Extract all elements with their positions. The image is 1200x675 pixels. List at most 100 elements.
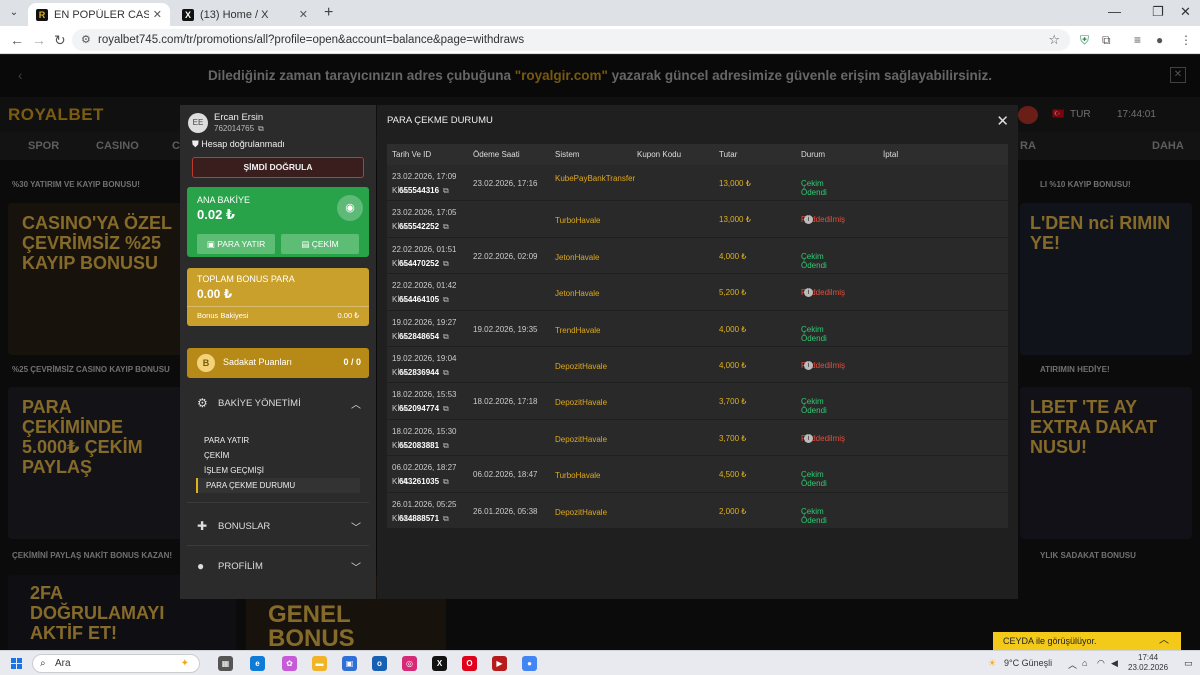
- clock-date: 23.02.2026: [1128, 663, 1169, 672]
- notification-icon[interactable]: ▭: [1184, 658, 1193, 669]
- tab-royalbet[interactable]: R EN POPÜLER CASINO VE CANLI ✕: [28, 3, 170, 26]
- row-paid-at: 26.01.2026, 05:38: [473, 506, 538, 516]
- tab-search-icon[interactable]: ⌄: [6, 5, 22, 21]
- row-id-prefix: KİM...: [392, 331, 413, 341]
- file-explorer-icon[interactable]: ▬: [312, 656, 327, 671]
- maximize-icon[interactable]: ❐: [1152, 4, 1164, 20]
- browser-toolbar: ← → ↻ ⚙ royalbet745.com/tr/promotions/al…: [0, 26, 1200, 54]
- row-date: 19.02.2026, 19:27: [392, 317, 457, 327]
- copy-icon[interactable]: ⧉: [443, 477, 449, 487]
- copy-icon[interactable]: ⧉: [443, 514, 449, 524]
- chevron-up-icon[interactable]: ︿: [1159, 632, 1169, 650]
- taskbar-search[interactable]: ⌕ Ara ✦: [32, 654, 200, 673]
- row-id-prefix: KİM...: [392, 477, 413, 487]
- verification-status: ⛊ Hesap doğrulanmadı: [192, 139, 285, 150]
- copy-icon[interactable]: ⧉: [443, 186, 449, 196]
- close-tab-icon[interactable]: ✕: [153, 8, 162, 21]
- x-app-icon[interactable]: X: [432, 656, 447, 671]
- chrome-icon[interactable]: ●: [522, 656, 537, 671]
- col-status: Durum: [801, 150, 826, 159]
- info-icon[interactable]: i: [804, 360, 813, 370]
- shield-extension-icon[interactable]: ⛨: [1080, 33, 1089, 48]
- row-status-text: Çekim Ödendi: [801, 251, 827, 270]
- chevron-up-icon[interactable]: ︿: [1068, 658, 1077, 671]
- withdraw-button[interactable]: ▤ ÇEKİM: [281, 234, 359, 254]
- bonus-amount: 0.00 ₺: [197, 287, 233, 301]
- media-control-icon[interactable]: ≡: [1134, 33, 1141, 47]
- balance-management-header[interactable]: ⚙ BAKİYE YÖNETİMİ ︿: [187, 386, 369, 420]
- volume-icon[interactable]: ◀: [1111, 658, 1118, 669]
- eye-icon[interactable]: ◉: [337, 195, 363, 221]
- sparkle-icon: ✦: [180, 658, 189, 669]
- task-view-icon[interactable]: ▦: [218, 656, 233, 671]
- live-chat-bar[interactable]: CEYDA ile görüşülüyor. ︿: [993, 632, 1181, 650]
- table-row: 26.01.2026, 05:25 KİM... 634888571 ⧉ 26.01.2…: [387, 492, 1008, 529]
- close-tab-icon[interactable]: ✕: [299, 8, 308, 21]
- bonuses-header[interactable]: ✚ BONUSLAR ﹀: [187, 509, 369, 543]
- site-info-icon[interactable]: ⚙: [81, 29, 91, 51]
- instagram-icon[interactable]: ◎: [402, 656, 417, 671]
- copilot-icon[interactable]: ✿: [282, 656, 297, 671]
- store-icon[interactable]: ▣: [342, 656, 357, 671]
- bonus-sub-value: 0.00 ₺: [337, 311, 359, 320]
- back-icon[interactable]: ←: [10, 32, 24, 48]
- browser-menu-icon[interactable]: ⋮: [1180, 33, 1192, 47]
- bonus-label: TOPLAM BONUS PARA: [197, 274, 295, 284]
- address-bar[interactable]: ⚙ royalbet745.com/tr/promotions/all?prof…: [72, 29, 1070, 51]
- reload-icon[interactable]: ↻: [54, 32, 66, 49]
- table-row: 19.02.2026, 19:04 KİM... 652836944 ⧉ Depozit…: [387, 346, 1008, 384]
- row-amount: 13,000 ₺: [719, 179, 751, 188]
- row-amount: 13,000 ₺: [719, 215, 751, 225]
- verify-now-button[interactable]: ŞİMDİ DOĞRULA: [192, 157, 364, 178]
- submenu-history[interactable]: İŞLEM GEÇMİŞİ: [196, 463, 360, 478]
- taskbar-clock[interactable]: 17:44 23.02.2026: [1128, 653, 1168, 673]
- copy-icon[interactable]: ⧉: [443, 259, 449, 269]
- copy-icon[interactable]: ⧉: [443, 404, 449, 414]
- profile-avatar-icon[interactable]: ●: [1156, 33, 1163, 47]
- opera-icon[interactable]: O: [462, 656, 477, 671]
- forward-icon[interactable]: →: [32, 32, 46, 48]
- weather-text[interactable]: 9°C Güneşli: [1004, 658, 1052, 668]
- deposit-button[interactable]: ▣ PARA YATIR: [197, 234, 275, 254]
- outlook-icon[interactable]: o: [372, 656, 387, 671]
- submenu-withdraw[interactable]: ÇEKİM: [196, 448, 360, 463]
- windows-start-icon[interactable]: [11, 658, 22, 669]
- row-status-text: Çekim Ödendi: [801, 470, 827, 489]
- wifi-icon[interactable]: ◠: [1097, 658, 1105, 669]
- new-tab-icon[interactable]: +: [324, 4, 333, 22]
- network-icon[interactable]: ⌂: [1082, 658, 1087, 668]
- row-id-prefix: KİM...: [392, 513, 413, 523]
- copy-icon[interactable]: ⧉: [443, 222, 449, 232]
- close-window-icon[interactable]: ✕: [1180, 4, 1191, 20]
- extensions-icon[interactable]: ⧉: [1102, 33, 1111, 48]
- submenu-withdraw-status[interactable]: PARA ÇEKME DURUMU: [196, 478, 360, 493]
- copy-icon[interactable]: ⧉: [443, 332, 449, 342]
- copy-icon[interactable]: ⧉: [258, 124, 264, 133]
- tab-x-home[interactable]: X (13) Home / X ✕: [174, 3, 316, 26]
- col-paid-at: Ödeme Saati: [473, 150, 520, 159]
- media-app-icon[interactable]: ▶: [492, 656, 507, 671]
- row-id: KİM... 643261035 ⧉: [392, 477, 449, 487]
- profile-header[interactable]: ● PROFİLİM ﹀: [187, 549, 369, 583]
- submenu-deposit[interactable]: PARA YATIR: [196, 433, 360, 448]
- copy-icon[interactable]: ⧉: [443, 441, 449, 451]
- row-id-prefix: KİM...: [392, 186, 413, 195]
- minimize-icon[interactable]: —: [1108, 4, 1121, 19]
- divider: [187, 545, 369, 546]
- row-amount: 4,000 ₺: [719, 360, 747, 370]
- bookmark-star-icon[interactable]: ☆: [1048, 29, 1060, 51]
- row-id: KİM... 655542252 ⧉: [392, 222, 449, 231]
- divider: [187, 306, 369, 307]
- row-system: DepozitHavale: [555, 507, 608, 517]
- loyalty-points[interactable]: B Sadakat Puanları 0 / 0: [187, 348, 369, 378]
- edge-icon[interactable]: e: [250, 656, 265, 671]
- copy-icon[interactable]: ⧉: [443, 295, 449, 305]
- col-coupon: Kupon Kodu: [637, 150, 682, 159]
- withdraw-table: Tarih Ve ID Ödeme Saati Sistem Kupon Kod…: [387, 144, 1008, 529]
- account-panel: EE Ercan Ersin 762014765 ⧉ ⛊ Hesap doğrul…: [180, 105, 376, 599]
- close-icon[interactable]: ✕: [996, 112, 1009, 130]
- info-icon[interactable]: i: [804, 433, 813, 443]
- url-text: royalbet745.com/tr/promotions/all?profil…: [98, 34, 525, 46]
- main-balance-card: ANA BAKİYE 0.02 ₺ ◉ ▣ PARA YATIR ▤ ÇEKİM: [187, 187, 369, 257]
- copy-icon[interactable]: ⧉: [443, 368, 449, 378]
